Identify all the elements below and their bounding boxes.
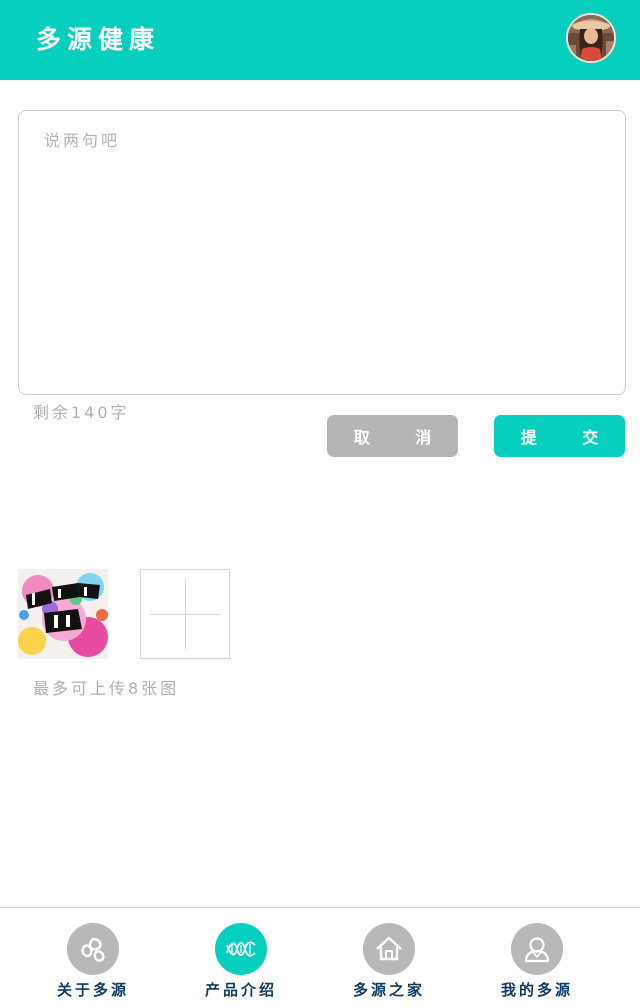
user-icon	[511, 923, 563, 975]
swirl-logo-icon	[67, 923, 119, 975]
post-textarea-container	[18, 110, 626, 395]
uploaded-thumbnail[interactable]	[18, 569, 108, 659]
tab-products-label: 产品介绍	[204, 981, 277, 999]
tab-mine[interactable]: 我的多源	[462, 908, 612, 1008]
avatar-photo	[568, 15, 614, 61]
submit-button[interactable]: 提 交	[494, 415, 625, 457]
remaining-count: 剩余140字	[33, 403, 130, 422]
app-header: 多源健康	[0, 0, 640, 80]
tab-home[interactable]: 多源之家	[314, 908, 464, 1008]
tab-home-label: 多源之家	[352, 981, 425, 999]
tab-products[interactable]: 产品介绍	[166, 908, 316, 1008]
dna-helix-icon	[215, 923, 267, 975]
tab-mine-label: 我的多源	[500, 981, 573, 999]
tab-about[interactable]: 关于多源	[18, 908, 168, 1008]
avatar[interactable]	[566, 13, 616, 63]
bottom-tab-bar: 关于多源 产品介绍 多源之家 我的多源	[0, 907, 640, 1008]
home-icon	[363, 923, 415, 975]
cancel-button[interactable]: 取 消	[327, 415, 458, 457]
post-textarea[interactable]	[19, 111, 625, 394]
upload-limit-hint: 最多可上传8张图	[33, 679, 180, 698]
thumbnail-image	[18, 569, 108, 659]
tab-about-label: 关于多源	[56, 981, 129, 999]
add-image-button[interactable]	[140, 569, 230, 659]
page-title: 多源健康	[36, 25, 161, 54]
